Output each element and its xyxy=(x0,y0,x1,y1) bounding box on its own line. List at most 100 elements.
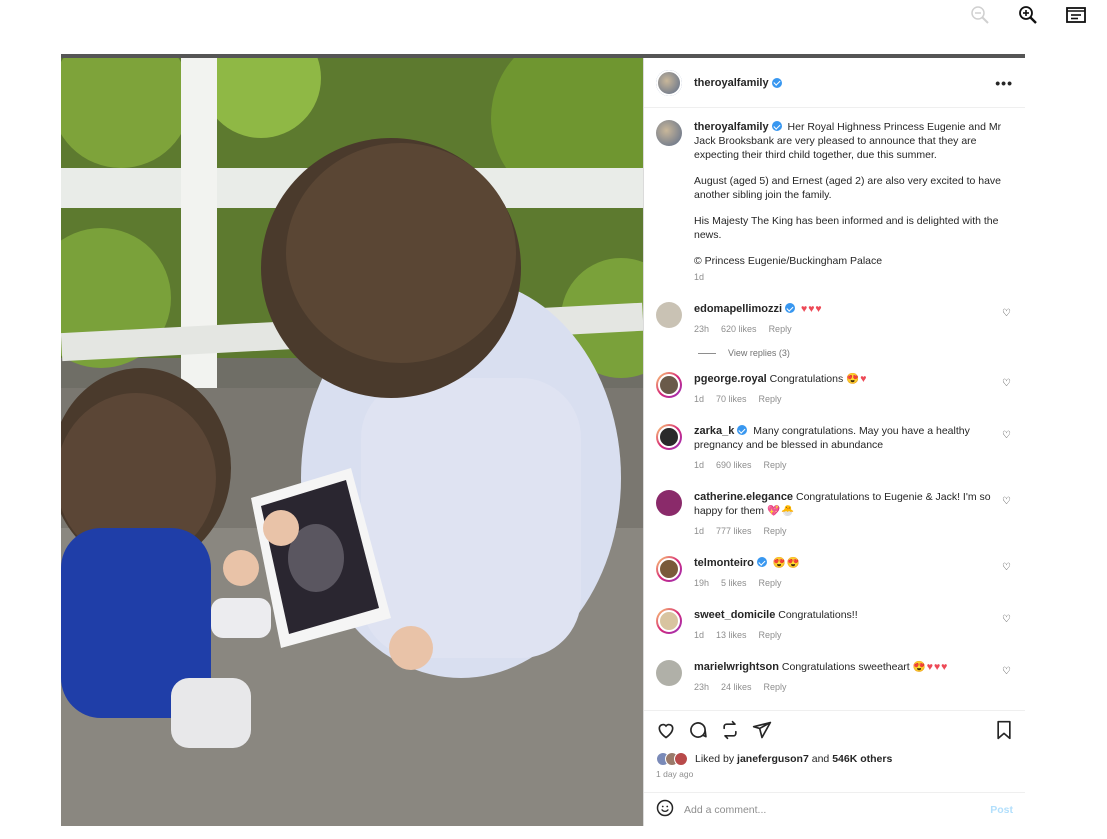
comment-likes[interactable]: 777 likes xyxy=(716,524,752,538)
comment-likes[interactable]: 620 likes xyxy=(721,322,757,336)
like-comment-icon[interactable]: ♡ xyxy=(1002,614,1011,625)
comment-likes[interactable]: 70 likes xyxy=(716,392,747,406)
verified-icon xyxy=(756,557,767,567)
likes-summary[interactable]: Liked by janeferguson7 and 546K others xyxy=(656,752,1013,766)
verified-icon xyxy=(771,121,782,131)
comment-time: 1d xyxy=(694,460,705,470)
avatar[interactable] xyxy=(656,608,682,634)
post-comment-button[interactable]: Post xyxy=(990,804,1013,816)
comment-likes[interactable]: 13 likes xyxy=(716,628,747,642)
comment-item: zarka_k Many congratulations. May you ha… xyxy=(656,424,1013,472)
like-comment-icon[interactable]: ♡ xyxy=(1002,562,1011,573)
comment-emoji: ♥♥♥ xyxy=(800,303,823,315)
verified-icon xyxy=(737,425,748,435)
comment-icon[interactable] xyxy=(688,720,708,745)
like-comment-icon[interactable]: ♡ xyxy=(1002,308,1011,319)
reply-button[interactable]: Reply xyxy=(759,628,782,642)
comment-emoji: 💖🐣 xyxy=(766,505,796,517)
liked-by-others[interactable]: 546K others xyxy=(832,753,892,765)
verified-icon xyxy=(785,303,796,313)
share-icon[interactable] xyxy=(752,720,772,745)
reply-button[interactable]: Reply xyxy=(764,524,787,538)
comment-emoji: 😍♥♥♥ xyxy=(912,661,949,673)
liker-avatars xyxy=(656,752,688,766)
comment-likes[interactable]: 690 likes xyxy=(716,458,752,472)
comment-username[interactable]: telmonteiro xyxy=(694,557,754,569)
comment-emoji: 😍♥ xyxy=(846,373,868,385)
comment-item: pgeorge.royal Congratulations 😍♥ 1d 70 li… xyxy=(656,372,1013,406)
avatar[interactable] xyxy=(656,372,682,398)
post-sidebar: theroyalfamily ••• theroyalfamily Her Ro… xyxy=(643,58,1025,826)
more-options-icon[interactable]: ••• xyxy=(995,75,1013,91)
like-icon[interactable] xyxy=(656,720,676,745)
reply-button[interactable]: Reply xyxy=(769,322,792,336)
like-comment-icon[interactable]: ♡ xyxy=(1002,666,1011,677)
caption-time: 1d xyxy=(694,272,705,282)
comment-time: 19h xyxy=(694,578,710,588)
header-username[interactable]: theroyalfamily xyxy=(694,77,769,89)
comment-item: sweet_domicile Congratulations!! 1d 13 li… xyxy=(656,608,1013,642)
zoom-out-icon[interactable] xyxy=(967,4,993,26)
comment-time: 23h xyxy=(694,682,710,692)
like-comment-icon[interactable]: ♡ xyxy=(1002,378,1011,389)
comment-time: 1d xyxy=(694,630,705,640)
post-header: theroyalfamily ••• xyxy=(644,58,1025,108)
comment-username[interactable]: marielwrightson xyxy=(694,661,779,673)
comment-username[interactable]: edomapellimozzi xyxy=(694,303,782,315)
comment-time: 1d xyxy=(694,526,705,536)
comment-input[interactable] xyxy=(684,803,991,816)
reply-button[interactable]: Reply xyxy=(764,458,787,472)
comment-username[interactable]: catherine.elegance xyxy=(694,491,793,503)
view-replies-button[interactable]: View replies (3) xyxy=(698,348,1013,358)
avatar[interactable] xyxy=(656,490,682,516)
comment-time: 23h xyxy=(694,324,710,334)
comment-text: Congratulations xyxy=(769,373,844,385)
avatar[interactable] xyxy=(656,424,682,450)
post-time-ago: 1 day ago xyxy=(656,769,694,779)
liked-by-and: and xyxy=(811,753,830,765)
comments-list[interactable]: theroyalfamily Her Royal Highness Prince… xyxy=(644,108,1025,708)
reply-button[interactable]: Reply xyxy=(759,392,782,406)
liked-by-user[interactable]: janeferguson7 xyxy=(737,753,809,765)
comment-item: edomapellimozzi ♥♥♥ 23h 620 likes Reply ♡ xyxy=(656,302,1013,336)
comment-likes[interactable]: 5 likes xyxy=(721,576,747,590)
reply-button[interactable]: Reply xyxy=(764,680,787,694)
zoom-in-icon[interactable] xyxy=(1015,4,1041,26)
add-comment-bar: Post xyxy=(644,792,1025,826)
verified-icon xyxy=(771,77,782,88)
avatar[interactable] xyxy=(656,302,682,328)
comment-likes[interactable]: 24 likes xyxy=(721,680,752,694)
bookmark-icon[interactable] xyxy=(995,720,1013,745)
captions-icon[interactable] xyxy=(1063,4,1089,26)
comment-username[interactable]: zarka_k xyxy=(694,425,734,437)
view-replies-label: View replies (3) xyxy=(728,348,790,358)
viewer-toolbar xyxy=(967,4,1089,26)
comment-text: Congratulations!! xyxy=(778,609,858,621)
repost-icon[interactable] xyxy=(720,720,740,745)
like-comment-icon[interactable]: ♡ xyxy=(1002,496,1011,507)
reply-button[interactable]: Reply xyxy=(759,576,782,590)
caption-username[interactable]: theroyalfamily xyxy=(694,121,769,133)
like-comment-icon[interactable]: ♡ xyxy=(1002,430,1011,441)
avatar[interactable] xyxy=(656,660,682,686)
instagram-post: theroyalfamily ••• theroyalfamily Her Ro… xyxy=(61,54,1025,826)
caption-credit: © Princess Eugenie/Buckingham Palace xyxy=(694,255,883,267)
comment-time: 1d xyxy=(694,394,705,404)
avatar[interactable] xyxy=(656,69,682,96)
comment-username[interactable]: sweet_domicile xyxy=(694,609,775,621)
caption-text: August (aged 5) and Ernest (aged 2) are … xyxy=(694,175,1002,201)
comment-item: catherine.elegance Congratulations to Eu… xyxy=(656,490,1013,538)
caption: theroyalfamily Her Royal Highness Prince… xyxy=(656,120,1013,284)
caption-text: His Majesty The King has been informed a… xyxy=(694,215,999,241)
emoji-icon[interactable] xyxy=(656,799,674,820)
comment-item: marielwrightson Congratulations sweethea… xyxy=(656,660,1013,694)
avatar[interactable] xyxy=(656,120,682,146)
comment-emoji: 😍😍 xyxy=(772,557,801,569)
comment-text: Congratulations sweetheart xyxy=(781,661,910,673)
comment-text: Many congratulations. May you have a hea… xyxy=(694,425,970,451)
liked-by-prefix: Liked by xyxy=(695,753,735,765)
post-photo xyxy=(61,58,643,826)
comment-username[interactable]: pgeorge.royal xyxy=(694,373,767,385)
avatar[interactable] xyxy=(656,556,682,582)
comment-item: telmonteiro 😍😍 19h 5 likes Reply ♡ xyxy=(656,556,1013,590)
